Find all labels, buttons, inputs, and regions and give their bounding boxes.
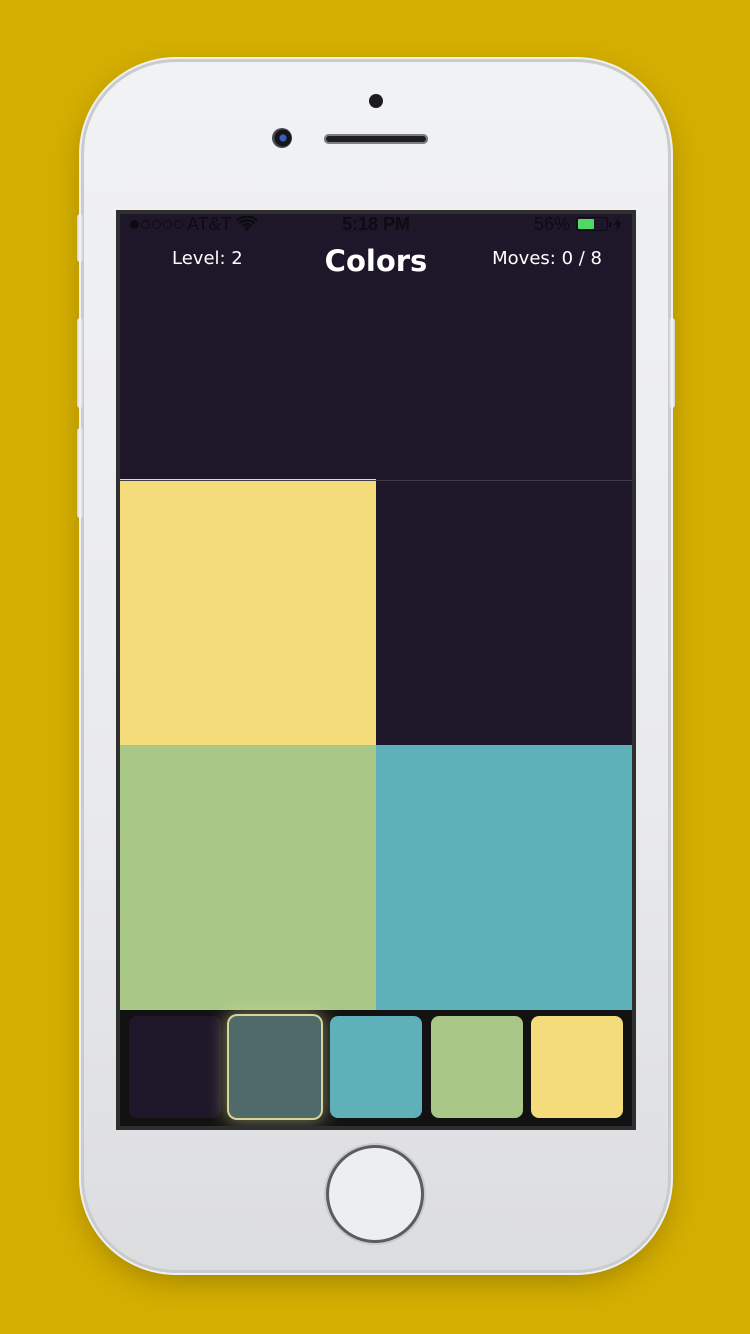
screen: AT&T 5:18 PM 56% Level: 2 Colors Moves: … (116, 210, 636, 1130)
swatch-yellow[interactable] (531, 1016, 624, 1118)
swatch-slate[interactable] (229, 1016, 322, 1118)
cell-r2-c2[interactable] (376, 479, 632, 745)
battery-icon (576, 217, 611, 231)
battery-level-fill (578, 219, 594, 229)
earpiece-speaker (324, 134, 428, 144)
swatch-teal[interactable] (330, 1016, 422, 1118)
volume-down-button (77, 428, 83, 518)
game-header: Level: 2 Colors Moves: 0 / 8 (120, 244, 632, 280)
swatch-dark-purple[interactable] (128, 1016, 221, 1118)
status-bar: AT&T 5:18 PM 56% (120, 214, 632, 234)
home-button[interactable] (329, 1148, 421, 1240)
color-palette (120, 1010, 632, 1126)
cell-r3-c2[interactable] (376, 744, 632, 1010)
game-board (120, 214, 632, 1010)
front-camera-icon (272, 128, 292, 148)
volume-up-button (77, 318, 83, 408)
mute-switch (77, 214, 83, 262)
phone-frame: AT&T 5:18 PM 56% Level: 2 Colors Moves: … (77, 62, 675, 1270)
board-row-divider (120, 480, 632, 481)
cell-r2-c1[interactable] (120, 479, 376, 745)
power-button (669, 318, 675, 408)
swatch-green[interactable] (430, 1016, 523, 1118)
charging-bolt-icon (614, 217, 622, 231)
moves-counter: Moves: 0 / 8 (492, 248, 602, 269)
cell-r3-c1[interactable] (120, 744, 376, 1010)
proximity-sensor (369, 94, 383, 108)
battery-percent: 56% (533, 214, 570, 234)
